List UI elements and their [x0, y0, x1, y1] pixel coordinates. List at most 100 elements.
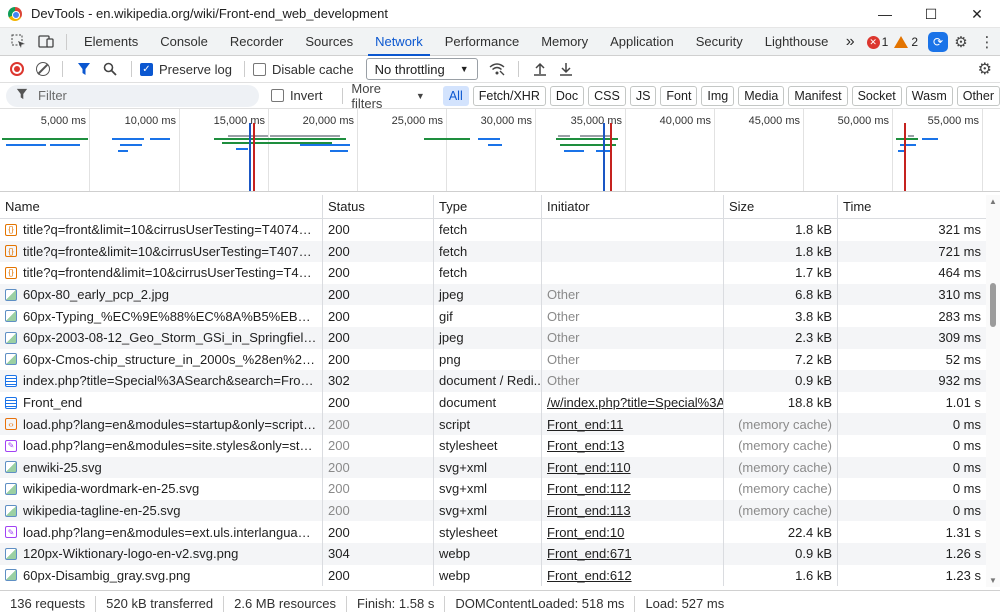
table-row[interactable]: Front_end 200 document/w/index.php?title=S… — [0, 391, 986, 414]
table-row[interactable]: ✎ load.php?lang=en&modules=site.styles&on… — [0, 434, 986, 457]
table-row[interactable]: wikipedia-tagline-en-25.svg 200 svg+xml Fro… — [0, 499, 986, 522]
tab-performance[interactable]: Performance — [434, 28, 530, 56]
tab-elements[interactable]: Elements — [73, 28, 149, 56]
table-row[interactable]: ✎ load.php?lang=en&modules=ext.uls.interl… — [0, 521, 986, 543]
tab-lighthouse[interactable]: Lighthouse — [754, 28, 840, 56]
tab-application[interactable]: Application — [599, 28, 685, 56]
network-conditions-icon[interactable] — [484, 57, 510, 81]
initiator-link[interactable]: Front_end:671 — [547, 546, 632, 561]
timeline-request-bar — [34, 138, 88, 140]
request-time-cell: 52 ms — [945, 351, 981, 367]
ai-assistance-icon[interactable]: ⟳ — [928, 32, 948, 52]
initiator-link[interactable]: Front_end:113 — [547, 503, 631, 518]
errors-badge[interactable]: ✕ 1 — [866, 35, 888, 49]
initiator-link[interactable]: Front_end:110 — [547, 460, 631, 475]
request-size-cell: (memory cache) — [724, 434, 838, 457]
timeline-request-bar — [118, 150, 128, 152]
filter-type-all[interactable]: All — [442, 85, 469, 106]
filter-funnel-icon[interactable] — [71, 57, 97, 81]
image-icon — [5, 331, 17, 344]
request-name: 60px-Cmos-chip_structure_in_2000s_%28en%… — [23, 351, 317, 367]
more-filters-dropdown[interactable]: More filters ▼ — [351, 81, 424, 111]
column-header-size[interactable]: Size — [724, 195, 838, 218]
request-initiator-cell — [542, 262, 724, 284]
filter-type-other[interactable]: Other — [956, 85, 1000, 106]
network-settings-gear-icon[interactable]: ⚙ — [978, 59, 992, 79]
initiator-link[interactable]: Front_end:10 — [547, 525, 624, 540]
panel-tabbar: Elements Console Recorder Sources Network Per… — [0, 28, 1000, 56]
tab-security[interactable]: Security — [685, 28, 754, 56]
minimize-button[interactable]: — — [862, 0, 908, 28]
maximize-button[interactable]: ☐ — [908, 0, 954, 28]
initiator-link[interactable]: Front_end:112 — [547, 481, 631, 496]
warnings-badge[interactable]: 2 — [894, 35, 918, 49]
inspect-element-icon[interactable] — [4, 28, 32, 56]
table-row[interactable]: ‹› load.php?lang=en&modules=startup&only=… — [0, 413, 986, 435]
record-stop-button[interactable] — [10, 62, 24, 76]
filter-type-img[interactable]: Img — [701, 85, 735, 106]
filter-type-js[interactable]: JS — [629, 85, 657, 106]
column-header-status[interactable]: Status — [323, 195, 434, 218]
device-toolbar-icon[interactable] — [32, 28, 60, 56]
request-size-cell: (memory cache) — [724, 499, 838, 522]
search-icon[interactable] — [97, 57, 123, 81]
export-har-icon[interactable] — [553, 57, 579, 81]
filter-type-font[interactable]: Font — [660, 85, 698, 106]
filter-type-media[interactable]: Media — [738, 85, 785, 106]
table-row[interactable]: 60px-Cmos-chip_structure_in_2000s_%28en%… — [0, 348, 986, 371]
table-row[interactable]: 60px-Disambig_gray.svg.png 200 webp Front_e… — [0, 564, 986, 587]
column-header-name[interactable]: Name — [0, 195, 323, 218]
request-type-cell: fetch — [434, 240, 542, 263]
clear-log-button[interactable] — [36, 62, 50, 76]
close-button[interactable]: ✕ — [954, 0, 1000, 28]
tab-network[interactable]: Network — [364, 28, 434, 56]
filter-input[interactable]: Filter — [6, 84, 259, 107]
column-header-type[interactable]: Type — [434, 195, 542, 218]
request-status-cell: 200 — [323, 283, 434, 306]
filter-type-manifest[interactable]: Manifest — [788, 85, 848, 106]
table-row[interactable]: index.php?title=Special%3ASearch&search=… — [0, 370, 986, 392]
request-time-cell: 0 ms — [952, 503, 981, 519]
scroll-down-arrow-icon[interactable]: ▼ — [989, 576, 997, 585]
table-row[interactable]: 120px-Wiktionary-logo-en-v2.svg.png 304 we… — [0, 542, 986, 565]
request-time-cell: 0 ms — [952, 438, 981, 454]
table-row[interactable]: 60px-Typing_%EC%9E%88%EC%8A%B5%EB%8B%8..… — [0, 305, 986, 327]
table-row[interactable]: {} title?q=fronte&limit=10&cirrusUserTest… — [0, 240, 986, 263]
filter-type-socket[interactable]: Socket — [851, 85, 902, 106]
throttling-select[interactable]: No throttling ▼ — [365, 58, 478, 80]
table-scrollbar[interactable]: ▲ ▼ — [986, 195, 1000, 587]
disable-cache-checkbox[interactable]: Disable cache — [252, 62, 354, 77]
invert-checkbox[interactable]: Invert — [270, 88, 322, 103]
network-overview-timeline[interactable]: 5,000 ms 10,000 ms 15,000 ms 20,000 ms 25,00… — [0, 109, 1000, 192]
initiator-link[interactable]: Front_end:11 — [547, 417, 623, 432]
preserve-log-checkbox[interactable]: ✓ Preserve log — [140, 62, 232, 77]
column-header-initiator[interactable]: Initiator — [542, 195, 724, 218]
table-row[interactable]: 60px-80_early_pcp_2.jpg 200 jpeg Other 6.8 k… — [0, 283, 986, 306]
initiator-link[interactable]: Front_end:612 — [547, 568, 632, 583]
window-titlebar: DevTools - en.wikipedia.org/wiki/Front-e… — [0, 0, 1000, 28]
filter-type-wasm[interactable]: Wasm — [905, 85, 953, 106]
request-status-cell: 200 — [323, 391, 434, 414]
column-header-time[interactable]: Time — [838, 195, 986, 218]
table-row[interactable]: 60px-2003-08-12_Geo_Storm_GSi_in_Springf… — [0, 326, 986, 349]
tab-memory[interactable]: Memory — [530, 28, 599, 56]
table-row[interactable]: enwiki-25.svg 200 svg+xml Front_end:110 (mem… — [0, 456, 986, 479]
table-row[interactable]: {} title?q=frontend&limit=10&cirrusUserTe… — [0, 262, 986, 284]
more-tabs-button[interactable]: » — [840, 28, 861, 56]
initiator-link[interactable]: /w/index.php?title=Special%3ASe — [547, 395, 723, 410]
scroll-up-arrow-icon[interactable]: ▲ — [989, 197, 997, 206]
import-har-icon[interactable] — [527, 57, 553, 81]
tab-sources[interactable]: Sources — [294, 28, 364, 56]
filter-type-fetch-xhr[interactable]: Fetch/XHR — [472, 85, 546, 106]
table-row[interactable]: wikipedia-wordmark-en-25.svg 200 svg+xml Fr… — [0, 478, 986, 500]
table-row[interactable]: {} title?q=front&limit=10&cirrusUserTesti… — [0, 219, 986, 241]
tab-console[interactable]: Console — [149, 28, 219, 56]
filter-type-doc[interactable]: Doc — [549, 85, 585, 106]
settings-gear-icon[interactable]: ⚙ — [948, 33, 974, 51]
request-initiator-cell: Front_end:10 — [542, 521, 724, 543]
tab-recorder[interactable]: Recorder — [219, 28, 294, 56]
filter-type-css[interactable]: CSS — [588, 85, 626, 106]
initiator-link[interactable]: Front_end:13 — [547, 438, 624, 453]
more-options-icon[interactable]: ⋮ — [974, 33, 1000, 51]
scrollbar-thumb[interactable] — [990, 283, 996, 327]
